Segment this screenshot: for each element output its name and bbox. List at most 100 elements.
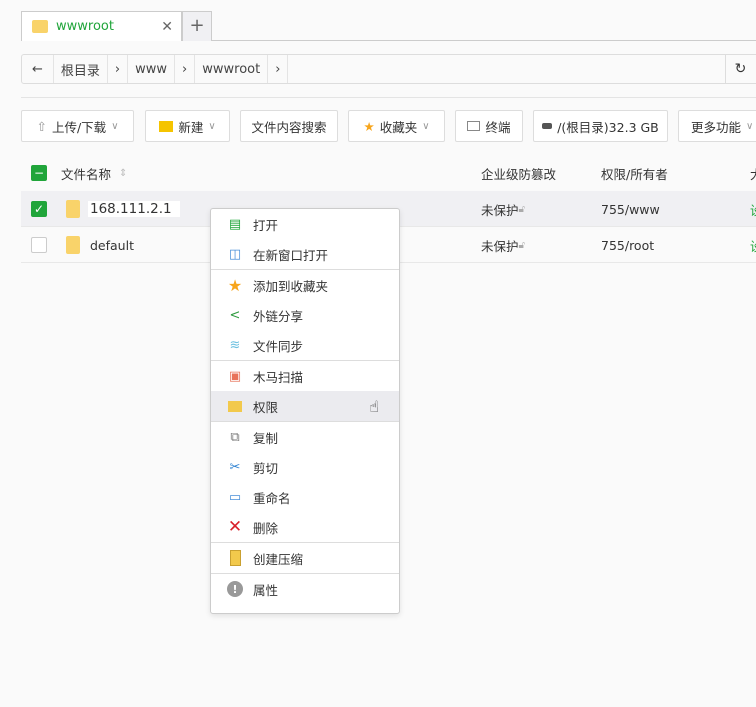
chevron-right-icon: › — [175, 55, 196, 83]
label: 添加到收藏夹 — [253, 278, 329, 294]
label: 在新窗口打开 — [253, 247, 329, 263]
context-menu: ▤ 打开 ◫ 在新窗口打开 ★ 添加到收藏夹 < 外链分享 ≋ 文件同步 ▣ 木马扫描 权限… — [210, 208, 400, 614]
label: 重命名 — [253, 490, 291, 506]
file-name[interactable]: 168.111.2.1 — [88, 201, 180, 217]
close-icon[interactable]: ✕ — [161, 19, 173, 35]
label: 文件名称 — [61, 166, 112, 182]
label: 打开 — [253, 217, 279, 233]
sort-icon[interactable]: ⇕ — [119, 168, 127, 179]
menu-add-favorite[interactable]: ★ 添加到收藏夹 — [211, 270, 399, 300]
menu-trojan-scan[interactable]: ▣ 木马扫描 — [211, 361, 399, 391]
new-button[interactable]: 新建 ∨ — [145, 110, 230, 142]
label: 复制 — [253, 430, 279, 446]
menu-properties[interactable]: ! 属性 — [211, 574, 399, 604]
label: 上传/下载 — [51, 119, 107, 135]
label: 外链分享 — [253, 308, 304, 324]
content-search-button[interactable]: 文件内容搜索 — [240, 110, 338, 142]
header-tamper: 企业级防篡改 — [481, 166, 557, 182]
database-sync-icon: ≋ — [229, 337, 241, 353]
chevron-down-icon: ∨ — [422, 120, 430, 132]
menu-open-new-window[interactable]: ◫ 在新窗口打开 — [211, 239, 399, 269]
new-folder-icon — [159, 120, 174, 132]
label: 权限 — [253, 399, 279, 415]
header-permission: 权限/所有者 — [601, 166, 668, 182]
label: 新建 — [178, 119, 204, 135]
label: 属性 — [253, 582, 279, 598]
breadcrumb-root[interactable]: 根目录 — [54, 55, 108, 83]
new-tab-button[interactable]: + — [182, 11, 212, 41]
table-header: − 文件名称 ⇕ 企业级防篡改 权限/所有者 大 — [21, 155, 756, 191]
copy-icon: ⧉ — [230, 429, 240, 445]
tab-bar: wwwroot ✕ + — [21, 11, 756, 41]
breadcrumb-wwwroot[interactable]: wwwroot — [195, 55, 269, 83]
divider — [21, 97, 756, 98]
chevron-down-icon: ∨ — [208, 120, 216, 132]
terminal-icon — [467, 121, 481, 131]
label: 收藏夹 — [379, 119, 418, 135]
chevron-right-icon: › — [108, 55, 129, 83]
open-icon: ▤ — [228, 216, 242, 232]
row-checkbox[interactable] — [31, 237, 47, 253]
chevron-right-icon: › — [268, 55, 289, 83]
favorites-button[interactable]: ★ 收藏夹 ∨ — [348, 110, 445, 142]
menu-delete[interactable]: ✕ 删除 — [211, 512, 399, 542]
terminal-button[interactable]: 终端 — [455, 110, 523, 142]
folder-icon — [66, 236, 80, 254]
label: 创建压缩 — [253, 551, 304, 567]
upload-icon: ⇧ — [36, 118, 47, 134]
tab-label: wwwroot — [56, 19, 114, 34]
menu-cut[interactable]: ✂ 剪切 — [211, 452, 399, 482]
upload-download-button[interactable]: ⇧ 上传/下载 ∨ — [21, 110, 134, 142]
header-name[interactable]: 文件名称 ⇕ — [61, 155, 127, 191]
scissors-icon: ✂ — [229, 459, 241, 475]
menu-permission[interactable]: 权限 ☝︎ — [211, 391, 399, 421]
header-last: 大 — [750, 155, 756, 191]
select-all-checkbox[interactable]: − — [31, 165, 47, 181]
label: 更多功能 — [691, 119, 742, 135]
tamper-status[interactable]: 未保护 — [481, 200, 519, 219]
zip-icon — [227, 550, 243, 566]
scan-icon: ▣ — [228, 368, 242, 384]
label: 木马扫描 — [253, 369, 304, 385]
menu-open[interactable]: ▤ 打开 — [211, 209, 399, 239]
hand-cursor-icon: ☝︎ — [369, 396, 379, 416]
menu-compress[interactable]: 创建压缩 — [211, 543, 399, 573]
tamper-status[interactable]: 未保护 — [481, 236, 519, 255]
refresh-button[interactable]: ↻ — [725, 55, 755, 83]
tab-wwwroot[interactable]: wwwroot ✕ — [21, 11, 182, 41]
share-icon: < — [229, 307, 241, 323]
menu-file-sync[interactable]: ≋ 文件同步 — [211, 330, 399, 360]
star-icon: ★ — [227, 275, 243, 295]
permission[interactable]: 755/root — [601, 227, 654, 263]
folder-icon — [66, 200, 80, 218]
chevron-down-icon: ∨ — [111, 120, 119, 132]
delete-icon: ✕ — [227, 517, 243, 537]
file-name[interactable]: default — [88, 238, 134, 253]
window-icon: ◫ — [228, 246, 242, 262]
more-button[interactable]: 更多功能 ∨ — [678, 110, 756, 142]
menu-rename[interactable]: ▭ 重命名 — [211, 482, 399, 512]
unlock-icon: 🔓︎ — [518, 203, 525, 215]
disk-icon — [542, 123, 553, 129]
label: /(根目录)32.3 GB — [557, 119, 659, 135]
breadcrumb-www[interactable]: www — [128, 55, 176, 83]
setting-link[interactable]: 设 — [750, 227, 756, 263]
folder-lock-icon — [227, 398, 243, 414]
unlock-icon: 🔓︎ — [518, 239, 525, 251]
disk-button[interactable]: /(根目录)32.3 GB — [533, 110, 668, 142]
back-button[interactable]: ← — [22, 55, 54, 83]
folder-icon — [32, 20, 48, 33]
rename-icon: ▭ — [228, 489, 242, 505]
permission[interactable]: 755/www — [601, 191, 660, 227]
label: 文件同步 — [253, 338, 304, 354]
star-icon: ★ — [363, 118, 375, 134]
row-checkbox[interactable]: ✓ — [31, 201, 47, 217]
menu-copy[interactable]: ⧉ 复制 — [211, 422, 399, 452]
label: 终端 — [485, 119, 511, 135]
menu-share-link[interactable]: < 外链分享 — [211, 300, 399, 330]
label: 文件内容搜索 — [251, 119, 327, 135]
label: 删除 — [253, 520, 279, 536]
setting-link[interactable]: 设 — [750, 191, 756, 227]
label: 剪切 — [253, 460, 279, 476]
chevron-down-icon: ∨ — [746, 120, 754, 132]
